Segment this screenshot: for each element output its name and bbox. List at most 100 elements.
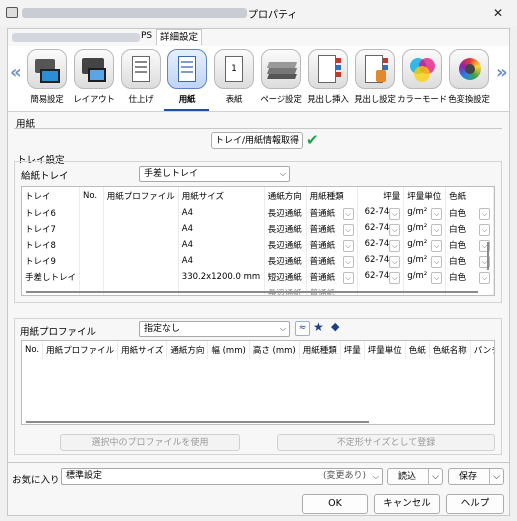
chevron-down-icon[interactable]: ⌵ [489, 469, 500, 485]
tray-type-select[interactable]: 普通紙 ⌵ [306, 253, 358, 269]
chevron-down-icon: ⌵ [389, 255, 401, 268]
chevron-down-icon: ⌵ [342, 207, 354, 220]
register-custom-size-button[interactable]: 不定形サイズとして登録 [277, 434, 495, 451]
tray-weight-unit-select[interactable]: g/m² ⌵ [403, 253, 447, 269]
get-tray-info-button[interactable]: トレイ/用紙情報取得 [211, 132, 303, 149]
tray-weight-unit-select[interactable]: g/m² ⌵ [403, 205, 447, 221]
chevron-down-icon: ⌵ [431, 239, 443, 252]
column-header[interactable]: 坪量 [357, 187, 405, 205]
column-header[interactable]: トレイ [22, 187, 81, 205]
tray-type-select[interactable]: 普通紙 ⌵ [306, 205, 358, 221]
table-row[interactable]: トレイ9 A4 長辺通紙 普通紙 ⌵ 62-74 ⌵ g/m² ⌵ 白色 ⌵ [22, 253, 494, 269]
tray-weight-unit-select[interactable]: g/m² ⌵ [403, 221, 447, 237]
tray-color-select[interactable]: 白色 ⌵ [445, 205, 494, 221]
category-color-mode[interactable]: カラーモード [397, 49, 447, 109]
column-header[interactable]: 用紙サイズ [178, 187, 265, 205]
tray-table-scrollbar[interactable] [487, 242, 489, 270]
load-button[interactable]: 読込 ⌵ [387, 468, 443, 485]
tab-settings-icon [355, 49, 395, 89]
help-button[interactable]: ヘルプ [446, 494, 504, 514]
wave-icon[interactable]: ≈ [295, 321, 310, 336]
column-header[interactable]: 用紙プロファイル [42, 341, 119, 359]
tray-name: トレイ9 [22, 253, 81, 269]
table-row[interactable]: トレイ7 A4 長辺通紙 普通紙 ⌵ 62-74 ⌵ g/m² ⌵ 白色 ⌵ [22, 221, 494, 237]
category-paper[interactable]: 用紙 [164, 49, 210, 109]
tray-weight-select[interactable]: 62-74 ⌵ [357, 205, 405, 221]
scroll-right-arrow[interactable]: » [496, 62, 508, 83]
chevron-down-icon: ⌵ [389, 239, 401, 252]
column-header[interactable]: 用紙サイズ [117, 341, 168, 359]
cancel-button[interactable]: キャンセル [374, 494, 440, 514]
tray-weight-unit-select[interactable]: g/m² ⌵ [403, 237, 447, 253]
column-header[interactable]: 通紙方向 [264, 187, 307, 205]
tag-icon[interactable]: ◆ [331, 320, 339, 333]
feed-tray-select[interactable]: 手差しトレイ ⌵ [139, 166, 290, 182]
category-insert-tabs[interactable]: 見出し挿入 [305, 49, 351, 109]
column-header[interactable]: 通紙方向 [166, 341, 209, 359]
star-icon[interactable]: ★ [313, 320, 324, 334]
scroll-left-arrow[interactable]: « [10, 62, 22, 83]
ok-button[interactable]: OK [302, 494, 368, 514]
profile-table-hscrollbar[interactable] [26, 421, 369, 423]
category-label: 色変換設定 [448, 95, 490, 105]
category-simple[interactable]: 簡易設定 [24, 49, 70, 109]
column-header[interactable]: 用紙種類 [299, 341, 341, 359]
profile-label: 用紙プロファイル [20, 327, 97, 338]
tray-table-hscrollbar[interactable] [26, 291, 478, 293]
column-header[interactable]: 色紙名称 [429, 341, 471, 359]
tray-weight-select[interactable]: 62-74 ⌵ [357, 269, 405, 285]
check-icon: ✔ [306, 131, 319, 149]
tray-weight-unit-select[interactable]: g/m² ⌵ [403, 269, 447, 285]
favorites-value: 標準設定 [66, 471, 103, 481]
profile-value: 指定なし [144, 324, 181, 334]
use-selected-profile-button[interactable]: 選択中のプロファイルを使用 [60, 434, 240, 451]
tray-weight-select[interactable]: 62-74 ⌵ [357, 237, 405, 253]
column-header[interactable]: 坪量 [340, 341, 365, 359]
column-header[interactable]: 幅 (mm) [207, 341, 250, 359]
table-row[interactable]: トレイ6 A4 長辺通紙 普通紙 ⌵ 62-74 ⌵ g/m² ⌵ 白色 ⌵ [22, 205, 494, 221]
category-layout[interactable]: レイアウト [71, 49, 117, 109]
tray-weight-select[interactable]: 62-74 ⌵ [357, 253, 405, 269]
column-header[interactable]: 高さ (mm) [249, 341, 300, 359]
tray-name: トレイ6 [22, 205, 81, 221]
tray-color-select[interactable]: 白色 ⌵ [445, 221, 494, 237]
column-header[interactable]: 用紙プロファイル [103, 187, 179, 205]
tray-name: トレイ7 [22, 221, 81, 237]
tab-ps[interactable]: PS [141, 31, 152, 41]
chevron-down-icon: ⌵ [479, 223, 490, 236]
chevron-down-icon: ⌵ [279, 169, 286, 178]
tab-advanced[interactable]: 詳細設定 [156, 29, 202, 45]
column-header[interactable]: No. [79, 187, 104, 205]
chevron-down-icon: ⌵ [431, 223, 443, 236]
tray-type-select[interactable]: 普通紙 ⌵ [306, 269, 358, 285]
chevron-down-icon: ⌵ [431, 271, 443, 284]
column-header[interactable]: 用紙種類 [306, 187, 358, 205]
column-header[interactable]: No. [22, 341, 44, 359]
tab-printer-redacted [12, 33, 140, 42]
selected-indicator [164, 109, 209, 111]
column-header[interactable]: 坪量単位 [364, 341, 406, 359]
column-header[interactable]: 色紙 [405, 341, 430, 359]
tray-weight-select[interactable]: 62-74 ⌵ [357, 221, 405, 237]
column-header[interactable]: パンチ穴 [470, 341, 494, 359]
tray-type-select[interactable]: 普通紙 ⌵ [306, 237, 358, 253]
favorites-select[interactable]: 標準設定 (変更あり) ⌵ [61, 468, 383, 485]
table-row[interactable]: トレイ8 A4 長辺通紙 普通紙 ⌵ 62-74 ⌵ g/m² ⌵ 白色 ⌵ [22, 237, 494, 253]
profile-select[interactable]: 指定なし ⌵ [139, 321, 290, 337]
category-color-conversion[interactable]: 色変換設定 [446, 49, 492, 109]
column-header[interactable]: 色紙 [445, 187, 494, 205]
profile-table-header: No. 用紙プロファイル 用紙サイズ 通紙方向 幅 (mm) 高さ (mm) 用… [22, 341, 494, 359]
tray-color-select[interactable]: 白色 ⌵ [445, 269, 494, 285]
category-tab-settings[interactable]: 見出し設定 [352, 49, 398, 109]
table-row[interactable]: 手差しトレイ 330.2x1200.0 mm 短辺通紙 普通紙 ⌵ 62-74 ⌵ … [22, 269, 494, 285]
column-header[interactable]: 坪量単位 [403, 187, 447, 205]
chevron-down-icon[interactable]: ⌵ [428, 469, 439, 485]
category-cover[interactable]: 1 表紙 [211, 49, 257, 109]
close-button[interactable]: ✕ [479, 0, 517, 26]
load-button-label: 読込 [398, 472, 417, 482]
save-button[interactable]: 保存 ⌵ [448, 468, 504, 485]
window-title: プロパティ [248, 10, 298, 21]
tray-table: トレイ No. 用紙プロファイル 用紙サイズ 通紙方向 用紙種類 坪量 坪量単位… [21, 186, 495, 296]
category-page-setup[interactable]: ページ設定 [258, 49, 304, 109]
tray-type-select[interactable]: 普通紙 ⌵ [306, 221, 358, 237]
